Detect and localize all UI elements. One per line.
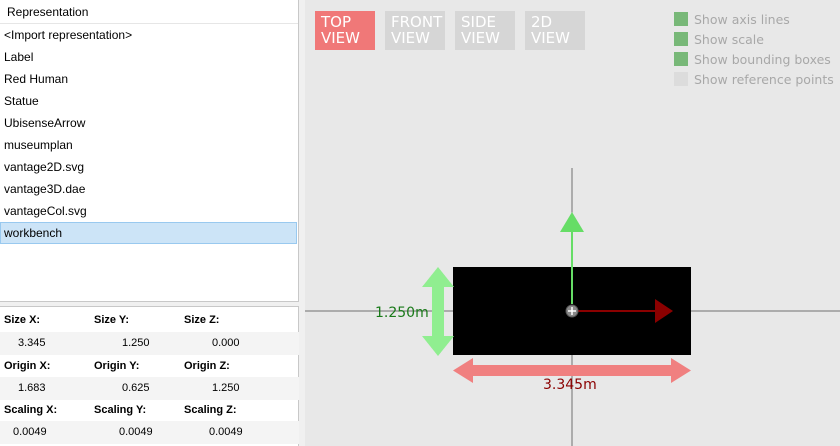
scaling-value-row: 0.0049 0.0049 0.0049 [0,421,299,444]
2d-view-button[interactable]: 2D VIEW [525,11,585,50]
front-view-button[interactable]: FRONT VIEW [385,11,445,50]
origin-y-value: 0.625 [122,382,150,394]
width-dimension-shaft [471,365,675,376]
show-bounding-boxes-toggle[interactable]: Show bounding boxes [674,51,831,67]
origin-x-label: Origin X: [4,360,51,372]
show-reference-points-toggle[interactable]: Show reference points [674,71,834,87]
front-view-line2: VIEW [391,29,430,47]
show-bounding-boxes-label: Show bounding boxes [694,51,831,67]
size-label-row: Size X: Size Y: Size Z: [0,309,299,332]
origin-z-value: 1.250 [212,382,240,394]
scaling-x-value: 0.0049 [13,426,47,438]
origin-y-label: Origin Y: [94,360,140,372]
scaling-z-value: 0.0049 [209,426,243,438]
height-dimension-label: 1.250m [375,305,429,321]
show-axis-lines-toggle[interactable]: Show axis lines [674,11,790,27]
list-item-label[interactable]: Label [0,46,298,68]
width-dimension-head-right [671,358,691,383]
list-item-vantage2d[interactable]: vantage2D.svg [0,156,298,178]
size-x-value: 3.345 [18,337,46,349]
show-reference-points-checkbox[interactable] [674,72,688,86]
side-view-button[interactable]: SIDE VIEW [455,11,515,50]
list-header: Representation [0,0,298,24]
side-view-line2: VIEW [461,29,500,47]
show-axis-lines-label: Show axis lines [694,11,790,27]
size-y-label: Size Y: [94,314,130,326]
list-item-museumplan[interactable]: museumplan [0,134,298,156]
height-dimension-head-top [422,267,454,287]
show-scale-checkbox[interactable] [674,32,688,46]
front-view-line1: FRONT [391,13,443,31]
origin-value-row: 1.683 0.625 1.250 [0,377,299,400]
list-item-workbench[interactable]: workbench [0,222,297,244]
show-reference-points-label: Show reference points [694,71,834,87]
origin-x-value: 1.683 [18,382,46,394]
show-scale-toggle[interactable]: Show scale [674,31,764,47]
width-dimension-head-left [453,358,473,383]
origin-label-row: Origin X: Origin Y: Origin Z: [0,355,299,378]
list-item-import[interactable]: <Import representation> [0,24,298,46]
show-scale-label: Show scale [694,31,764,47]
side-view-line1: SIDE [461,13,496,31]
height-dimension-head-bottom [422,336,454,356]
size-value-row: 3.345 1.250 0.000 [0,332,299,355]
scaling-label-row: Scaling X: Scaling Y: Scaling Z: [0,399,299,422]
scaling-y-value: 0.0049 [119,426,153,438]
list-item-red-human[interactable]: Red Human [0,68,298,90]
show-bounding-boxes-checkbox[interactable] [674,52,688,66]
list-item-statue[interactable]: Statue [0,90,298,112]
3d-viewport[interactable]: 1.250m 3.345m TOP VIEW FRONT VIEW SIDE V… [305,0,840,446]
size-z-value: 0.000 [212,337,240,349]
scaling-y-label: Scaling Y: [94,404,147,416]
representation-list[interactable]: Representation <Import representation> L… [0,0,299,302]
size-y-value: 1.250 [122,337,150,349]
top-view-line1: TOP [321,13,352,31]
size-z-label: Size Z: [184,314,220,326]
properties-panel: Size X: Size Y: Size Z: 3.345 1.250 0.00… [0,306,299,446]
top-view-line2: VIEW [321,29,360,47]
left-panel: Representation <Import representation> L… [0,0,300,446]
height-dimension-shaft [432,284,444,339]
scaling-z-label: Scaling Z: [184,404,237,416]
show-axis-lines-checkbox[interactable] [674,12,688,26]
scaling-x-label: Scaling X: [4,404,58,416]
width-dimension-label: 3.345m [543,377,597,393]
top-view-button[interactable]: TOP VIEW [315,11,375,50]
origin-z-label: Origin Z: [184,360,230,372]
list-item-ubisense-arrow[interactable]: UbisenseArrow [0,112,298,134]
list-item-vantage3d[interactable]: vantage3D.dae [0,178,298,200]
2d-view-line1: 2D [531,13,553,31]
y-axis-arrow-head [560,212,584,232]
size-x-label: Size X: [4,314,41,326]
list-item-vantagecol[interactable]: vantageCol.svg [0,200,298,222]
2d-view-line2: VIEW [531,29,570,47]
